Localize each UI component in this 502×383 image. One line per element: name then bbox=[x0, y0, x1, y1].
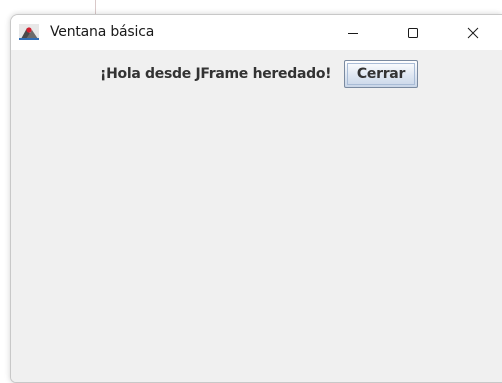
title-bar[interactable]: Ventana básica bbox=[11, 15, 502, 50]
cerrar-button[interactable]: Cerrar bbox=[344, 60, 418, 88]
minimize-button[interactable] bbox=[330, 15, 376, 50]
minimize-icon bbox=[348, 32, 358, 34]
close-icon bbox=[467, 27, 479, 38]
app-window: Ventana básica ¡Hola desde JFrame hereda… bbox=[10, 14, 502, 383]
greeting-label: ¡Hola desde JFrame heredado! bbox=[100, 66, 332, 82]
desktop-divider bbox=[95, 0, 96, 14]
cerrar-button-label: Cerrar bbox=[356, 66, 406, 82]
desktop: Ventana básica ¡Hola desde JFrame hereda… bbox=[0, 0, 502, 383]
maximize-icon bbox=[408, 27, 418, 38]
content-pane: ¡Hola desde JFrame heredado! Cerrar bbox=[11, 50, 502, 382]
maximize-button[interactable] bbox=[390, 15, 436, 50]
java-duke-icon bbox=[19, 24, 39, 40]
close-window-button[interactable] bbox=[450, 15, 496, 50]
window-title: Ventana básica bbox=[50, 24, 155, 40]
